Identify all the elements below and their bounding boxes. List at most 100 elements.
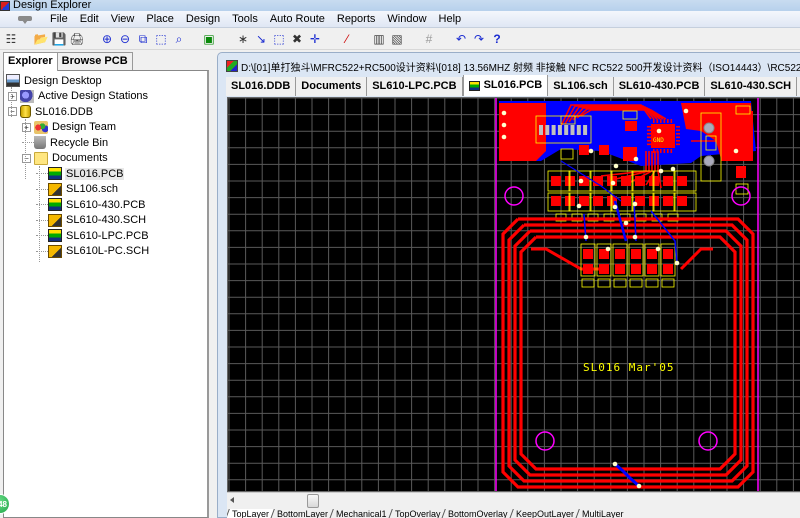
ic-pin	[663, 119, 666, 123]
tree-item[interactable]: SL610-LPC.PCB	[36, 228, 150, 243]
document-tab[interactable]: Documents	[296, 77, 368, 96]
document-tab[interactable]: SL016.PCB	[462, 75, 549, 96]
expand-icon[interactable]: +	[8, 91, 17, 101]
scroll-left-arrow-icon[interactable]	[230, 497, 234, 503]
board-view-button[interactable]: ▣	[201, 31, 217, 47]
tree-item[interactable]: + Active Design Stations	[8, 89, 149, 104]
document-tabs: SL016.DDB Documents SL610-LPC.PCB SL016.PCB…	[226, 75, 800, 96]
menu-edit[interactable]: Edit	[74, 11, 105, 28]
library-button[interactable]: ▥	[371, 31, 387, 47]
layer-tab[interactable]: MultiLayer	[574, 509, 629, 518]
system-menu-icon[interactable]	[14, 15, 36, 24]
smd-pad	[736, 119, 748, 129]
grid-button[interactable]: #	[421, 31, 437, 47]
document-tab-label: SL610-430.SCH	[710, 80, 792, 92]
layer-tab[interactable]: Mechanical1	[329, 509, 392, 518]
tree-item[interactable]: SL106.sch	[36, 182, 119, 197]
help-button[interactable]: ?	[489, 31, 505, 47]
tab-browse-pcb[interactable]: Browse PCB	[56, 52, 133, 70]
zoom-last-button[interactable]: ⌕	[171, 31, 187, 47]
document-tab[interactable]: SL610-430.SCH	[705, 77, 798, 96]
tree-item-label: SL106.sch	[66, 183, 118, 195]
pcb-file-icon	[48, 167, 62, 180]
select-button[interactable]: ⬚	[271, 31, 287, 47]
interactive-route-button[interactable]: ∗	[235, 31, 251, 47]
tree-item[interactable]: SL610-430.SCH	[36, 213, 147, 228]
tree-guide-line	[25, 119, 26, 179]
place-line-button[interactable]: ↘	[253, 31, 269, 47]
collapse-icon[interactable]: −	[8, 107, 17, 116]
pcb-drawing[interactable]: GND SL016 Mar'05	[228, 98, 800, 492]
schematic-file-icon	[48, 213, 62, 227]
via	[578, 178, 584, 184]
browse-library-button[interactable]: ▧	[389, 31, 405, 47]
smd-pad	[677, 176, 687, 186]
menu-tools[interactable]: Tools	[226, 11, 264, 28]
redo-button[interactable]: ↷	[471, 31, 487, 47]
header-pin	[583, 125, 588, 135]
antenna-feed-trace	[679, 247, 713, 271]
menu-file[interactable]: File	[44, 11, 74, 28]
layer-tab[interactable]: KeepOutLayer	[508, 509, 579, 518]
menu-reports[interactable]: Reports	[331, 11, 382, 28]
tree-item[interactable]: Recycle Bin	[22, 135, 109, 150]
ic-pin	[667, 119, 669, 123]
menu-place[interactable]: Place	[140, 11, 180, 28]
help-question-icon: ?	[493, 31, 501, 46]
tree-item[interactable]: Design Desktop	[6, 73, 103, 88]
tree-item[interactable]: − SL016.DDB	[8, 104, 94, 119]
tree-item-label: Documents	[52, 152, 108, 164]
menu-window[interactable]: Window	[381, 11, 432, 28]
expand-icon[interactable]: +	[22, 122, 31, 132]
pcb-file-icon	[48, 229, 62, 242]
menu-auto-route[interactable]: Auto Route	[264, 11, 331, 28]
route-icon: ∗	[237, 31, 249, 46]
wand-button[interactable]: ⁄	[339, 31, 355, 47]
move-button[interactable]: ✛	[307, 31, 323, 47]
via	[612, 204, 618, 210]
undo-button[interactable]: ↶	[453, 31, 469, 47]
save-button[interactable]: 💾	[51, 31, 67, 47]
deselect-icon: ✖	[291, 31, 303, 46]
smd-pad	[635, 176, 645, 186]
horizontal-scrollbar[interactable]	[227, 492, 800, 509]
open-button[interactable]: 📂	[33, 31, 49, 47]
layer-tab[interactable]: TopOverlay	[387, 509, 445, 518]
zoom-fit-button[interactable]: ⧉	[135, 31, 151, 47]
zoom-area-button[interactable]: ⬚	[153, 31, 169, 47]
document-tab[interactable]: SL106.sch	[548, 77, 614, 96]
menu-help[interactable]: Help	[433, 11, 468, 28]
collapse-icon[interactable]: −	[22, 153, 31, 163]
tree-item[interactable]: SL016.PCB	[36, 166, 125, 181]
tree-item[interactable]: − Documents	[22, 151, 109, 166]
document-tab[interactable]: SL610-430.PCB	[613, 77, 706, 96]
layer-tab-label: BottomLayer	[277, 509, 329, 518]
explorer-toggle-button[interactable]: ☷	[3, 31, 19, 47]
tree-connector	[36, 235, 48, 236]
tree-item[interactable]: + Design Team	[22, 120, 117, 135]
layer-tab[interactable]: BottomOverlay	[441, 509, 513, 518]
ic-body	[651, 124, 675, 148]
pcb-canvas[interactable]: GND SL016 Mar'05	[227, 97, 800, 492]
document-tab[interactable]: SL016.DDB	[226, 77, 297, 96]
tree-item[interactable]: SL610L-PC.SCH	[36, 244, 150, 259]
tree-item[interactable]: SL610-430.PCB	[36, 197, 147, 212]
scroll-thumb[interactable]	[307, 494, 319, 508]
ic-pin	[670, 119, 673, 123]
menu-bar: File Edit View Place Design Tools Auto R…	[0, 11, 800, 28]
header-pin	[570, 125, 575, 135]
document-tab[interactable]: SL610-LPC.PCB	[367, 77, 463, 96]
deselect-button[interactable]: ✖	[289, 31, 305, 47]
print-button[interactable]: 🖨	[69, 31, 85, 47]
tab-explorer[interactable]: Explorer	[3, 52, 58, 71]
design-tree: Design Desktop + Active Design Stations − SL…	[3, 70, 209, 518]
layer-tab[interactable]: TopLayer	[227, 509, 274, 518]
zoom-in-button[interactable]: ⊕	[99, 31, 115, 47]
menu-view[interactable]: View	[105, 11, 141, 28]
menu-design[interactable]: Design	[180, 11, 226, 28]
via	[588, 148, 594, 154]
zoom-out-button[interactable]: ⊖	[117, 31, 133, 47]
move-cross-icon: ✛	[309, 31, 321, 46]
zoom-last-icon: ⌕	[175, 31, 183, 46]
layer-tab[interactable]: BottomLayer	[270, 509, 333, 518]
